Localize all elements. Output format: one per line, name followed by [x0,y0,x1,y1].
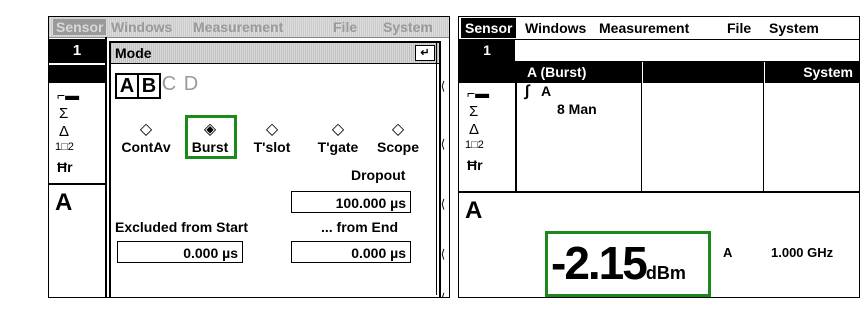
menu-windows[interactable]: Windows [111,19,172,35]
mode-tslot[interactable]: ◇ T'slot [247,121,297,155]
softkey-arrow-icon[interactable]: ⟨ [437,247,449,261]
mode-scope[interactable]: ◇ Scope [373,121,423,155]
hold-icon: Ħr [467,157,483,173]
probe-icon: ⌐▬ [467,85,490,101]
radio-icon: ◇ [391,121,405,138]
channel-label: A [55,189,73,216]
enter-icon[interactable]: ↵ [415,45,435,61]
excluded-end-field[interactable]: 0.000 µs [291,241,411,263]
menu-file[interactable]: File [333,19,357,35]
dialog-title: Mode [115,45,152,61]
left-status-column: 1 ⌐▬ Σ Δ 1□2 Ħr A [49,37,107,297]
softkey-arrow-icon[interactable]: ⟨ [437,137,449,151]
menu-measurement[interactable]: Measurement [193,19,283,35]
mode-burst[interactable]: ◈ Burst [187,121,233,155]
radio-icon: ◇ [331,121,345,138]
channel-d-tab[interactable]: D [181,73,201,95]
channel-number[interactable]: 1 [459,39,515,61]
menu-bar: Sensor Windows Measurement File System [49,17,449,38]
menu-sensor[interactable]: Sensor [53,19,107,35]
trace-icon: ∫ [525,83,530,100]
ratio-icon: 1□2 [465,139,484,151]
from-end-label: ... from End [321,219,398,235]
system-body [765,61,859,191]
dropout-label: Dropout [351,167,406,183]
delta-icon: Δ [59,123,70,140]
status-bar [49,65,105,83]
channel-b-tab[interactable]: B [137,73,161,99]
empty-header-row [515,39,859,62]
channel-label: A [465,197,483,224]
channel-a-tab[interactable]: A [115,73,139,99]
mode-label: Burst [191,139,229,155]
delta-icon: Δ [469,121,480,138]
reading-value: -2.15 [551,237,648,289]
mode-dialog-screen: Sensor Windows Measurement File System 1… [48,16,450,298]
menu-system[interactable]: System [769,20,819,36]
softkey-arrow-icon[interactable]: ⟨ [437,291,449,297]
mode-tgate[interactable]: ◇ T'gate [309,121,367,155]
dropout-field[interactable]: 100.000 µs [291,191,411,213]
excluded-start-field[interactable]: 0.000 µs [117,241,243,263]
man-text: 8 Man [557,101,597,117]
mode-label: ContAv [121,139,171,155]
measurement-screen: Sensor Windows Measurement File System 1… [458,16,860,298]
frequency-value: 1.000 GHz [771,245,834,260]
window-a-body: ∫ A 8 Man [517,61,642,191]
mode-label: Scope [376,139,419,155]
hold-icon: Ħr [57,159,73,175]
menu-system[interactable]: System [383,19,433,35]
trace-label: A [541,83,552,99]
empty-window-body [643,61,764,191]
excluded-start-label: Excluded from Start [115,219,249,235]
channel-number[interactable]: 1 [49,39,105,63]
probe-icon: ⌐▬ [57,87,80,103]
softkey-arrow-icon[interactable]: ⟨ [437,197,449,211]
dialog-title-bar: Mode ↵ [111,43,439,64]
divider [459,191,859,193]
mode-label: T'slot [253,139,291,155]
softkey-arrow-icon[interactable]: ⟨ [437,79,449,93]
reading-channel: A [723,245,733,260]
mode-label: T'gate [317,139,359,155]
ratio-icon: 1□2 [55,141,74,153]
mode-dialog: Mode ↵ A B C D ◇ ContAv ◈ Burst ◇ T'slot… [109,41,441,297]
mode-contav[interactable]: ◇ ContAv [113,121,179,155]
radio-icon: ◇ [265,121,279,138]
menu-bar: Sensor Windows Measurement File System [459,17,859,40]
menu-file[interactable]: File [727,20,751,36]
left-status-column: ⌐▬ Σ Δ 1□2 Ħr [459,61,517,191]
softkey-strip: ⟨ ⟨ ⟨ ⟨ ⟨ [436,41,449,297]
menu-measurement[interactable]: Measurement [599,20,689,36]
radio-selected-icon: ◈ [203,121,217,138]
menu-sensor[interactable]: Sensor [461,18,517,38]
power-reading: -2.15dBm [551,237,707,289]
divider [49,183,105,185]
sum-icon: Σ [469,103,479,120]
menu-windows[interactable]: Windows [525,20,586,36]
channel-c-tab[interactable]: C [159,73,179,95]
reading-unit: dBm [645,263,686,283]
sum-icon: Σ [59,105,69,122]
radio-icon: ◇ [139,121,153,138]
